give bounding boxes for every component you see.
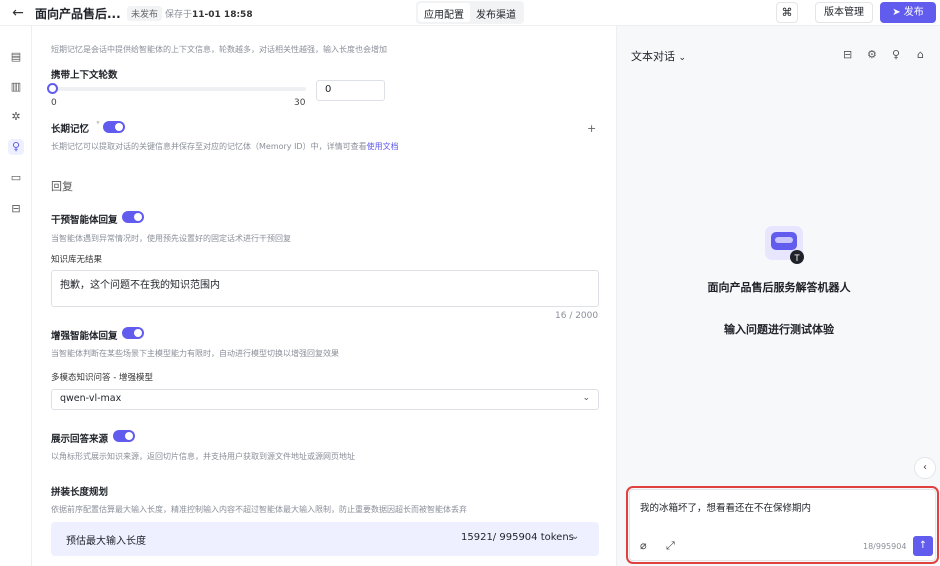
estimate-label: 预估最大输入长度 (66, 536, 146, 547)
bot-avatar: T (765, 226, 804, 264)
bot-hint: 输入问题进行测试体验 (724, 323, 834, 336)
left-rail: ▤ ▥ ✲ ♀ ▭ ⊟ (0, 26, 32, 566)
reply-section-title: 回复 (51, 180, 73, 193)
top-tabs: 应用配置 发布渠道 (416, 1, 524, 24)
chevron-down-icon[interactable]: ⌄ (571, 531, 579, 542)
paperclip-icon[interactable]: ⌀ (640, 539, 647, 552)
context-rounds-input[interactable]: 0 (316, 80, 385, 101)
length-label: 拼装长度规划 (51, 487, 109, 498)
doc-link[interactable]: 使用文档 (367, 142, 399, 151)
long-memory-toggle[interactable] (103, 121, 125, 133)
length-hint: 依据前序配置估算最大输入长度，精准控制输入内容不超过智能体最大输入限制，防止重要… (51, 505, 467, 514)
help-icon: ° (96, 120, 100, 129)
expand-icon[interactable]: ⤢ (666, 539, 675, 553)
tab-app-config[interactable]: 应用配置 (418, 3, 470, 22)
bot-name: 面向产品售后服务解答机器人 (707, 281, 851, 294)
chat-input[interactable]: 我的冰箱坏了，想看看还在不在保修期内 (640, 500, 811, 514)
chat-panel: 文本对话 ⌄ ⊟ ⚙ ♀ ⌂ T 面向产品售后服务解答机器人 输入问题进行测试体… (616, 26, 940, 566)
chat-mode-label: 文本对话 (631, 50, 675, 63)
arrow-up-icon: ↑ (918, 540, 928, 551)
publish-label: 发布 (903, 7, 924, 18)
send-button[interactable]: ↑ (913, 536, 933, 556)
chat-icon[interactable]: ▭ (8, 170, 24, 186)
enhance-label: 增强智能体回复 (51, 331, 118, 342)
file-icon[interactable]: ▥ (8, 79, 24, 95)
plus-icon[interactable]: + (587, 122, 596, 135)
chevron-down-icon: ⌄ (582, 393, 590, 403)
publish-button[interactable]: ➤ 发布 (880, 2, 936, 23)
model-select[interactable]: qwen-vl-max ⌄ (51, 389, 599, 410)
intervene-label: 干预智能体回复 (51, 215, 118, 226)
context-rounds-slider[interactable] (51, 87, 306, 91)
chevron-down-icon: ⌄ (678, 53, 687, 63)
source-hint: 以角标形式展示知识来源，返回切片信息，并支持用户获取到源文件地址或源网页地址 (51, 452, 355, 461)
gear-icon[interactable]: ⚙ (867, 48, 877, 61)
saved-info: 保存于11-01 18:58 (165, 7, 253, 20)
no-result-label: 知识库无结果 (51, 255, 103, 265)
long-memory-hint: 长期记忆可以提取对话的关键信息并保存至对应的记忆体（Memory ID）中，详情… (51, 141, 399, 152)
estimate-panel[interactable]: 预估最大输入长度 15921/ 995904 tokens ⌄ (51, 522, 599, 556)
long-memory-label: 长期记忆 (51, 124, 90, 135)
multimodal-label: 多模态知识问答 - 增强模型 (51, 373, 153, 383)
model-value: qwen-vl-max (60, 393, 122, 404)
bag-icon[interactable]: ⊟ (843, 48, 852, 61)
source-label: 展示回答来源 (51, 434, 109, 445)
app-title: 面向产品售后... (35, 7, 121, 21)
chat-mode-select[interactable]: 文本对话 ⌄ (631, 48, 686, 64)
memory-hint: 短期记忆是会话中提供给智能体的上下文信息，轮数越多，对话相关性越强，输入长度也会… (51, 45, 387, 54)
long-memory-hint-text: 长期记忆可以提取对话的关键信息并保存至对应的记忆体（Memory ID）中，详情… (51, 142, 367, 151)
no-result-textarea[interactable]: 抱歉，这个问题不在我的知识范围内 (51, 270, 599, 307)
enhance-toggle[interactable] (122, 327, 144, 339)
status-badge: 未发布 (127, 6, 163, 21)
clean-icon[interactable]: ⌂ (917, 48, 924, 61)
bulb-icon[interactable]: ♀ (8, 139, 24, 155)
bag-icon[interactable]: ⊟ (8, 201, 24, 217)
enhance-hint: 当智能体判断在某些场景下主模型能力有限时，自动进行模型切换以增强回复效果 (51, 349, 339, 358)
char-counter: 18/995904 (863, 542, 907, 551)
intervene-hint: 当智能体遇到异常情况时，使用预先设置好的固定话术进行干预回复 (51, 234, 291, 243)
arrow-left-icon[interactable]: ← (8, 3, 28, 23)
config-panel: 短期记忆是会话中提供给智能体的上下文信息，轮数越多，对话相关性越强，输入长度也会… (33, 26, 615, 566)
saved-prefix: 保存于 (165, 10, 193, 20)
document-icon[interactable]: ▤ (8, 49, 24, 65)
saved-time: 11-01 18:58 (192, 10, 253, 20)
grid-icon[interactable]: ⌘ (776, 2, 798, 23)
tab-publish-channel[interactable]: 发布渠道 (470, 3, 522, 22)
intervene-toggle[interactable] (122, 211, 144, 223)
source-toggle[interactable] (113, 430, 135, 442)
sparkle-icon[interactable]: ✲ (8, 109, 24, 125)
slider-max: 30 (294, 98, 306, 108)
chat-input-box[interactable]: 我的冰箱坏了，想看看还在不在保修期内 ⌀ ⤢ 18/995904 ↑ (626, 486, 939, 564)
svg-text:T: T (794, 253, 800, 263)
bulb-icon[interactable]: ♀ (892, 48, 900, 61)
version-button[interactable]: 版本管理 (815, 2, 873, 23)
estimate-value: 15921/ 995904 tokens (461, 532, 574, 543)
top-bar: ← 面向产品售后... 未发布 保存于11-01 18:58 应用配置 发布渠道… (0, 0, 940, 26)
context-rounds-label: 携带上下文轮数 (51, 70, 118, 81)
slider-thumb[interactable] (47, 83, 58, 94)
chevron-left-icon[interactable]: ‹ (914, 457, 936, 479)
slider-min: 0 (51, 98, 57, 108)
no-result-counter: 16 / 2000 (555, 311, 599, 321)
send-icon: ➤ (892, 7, 904, 18)
